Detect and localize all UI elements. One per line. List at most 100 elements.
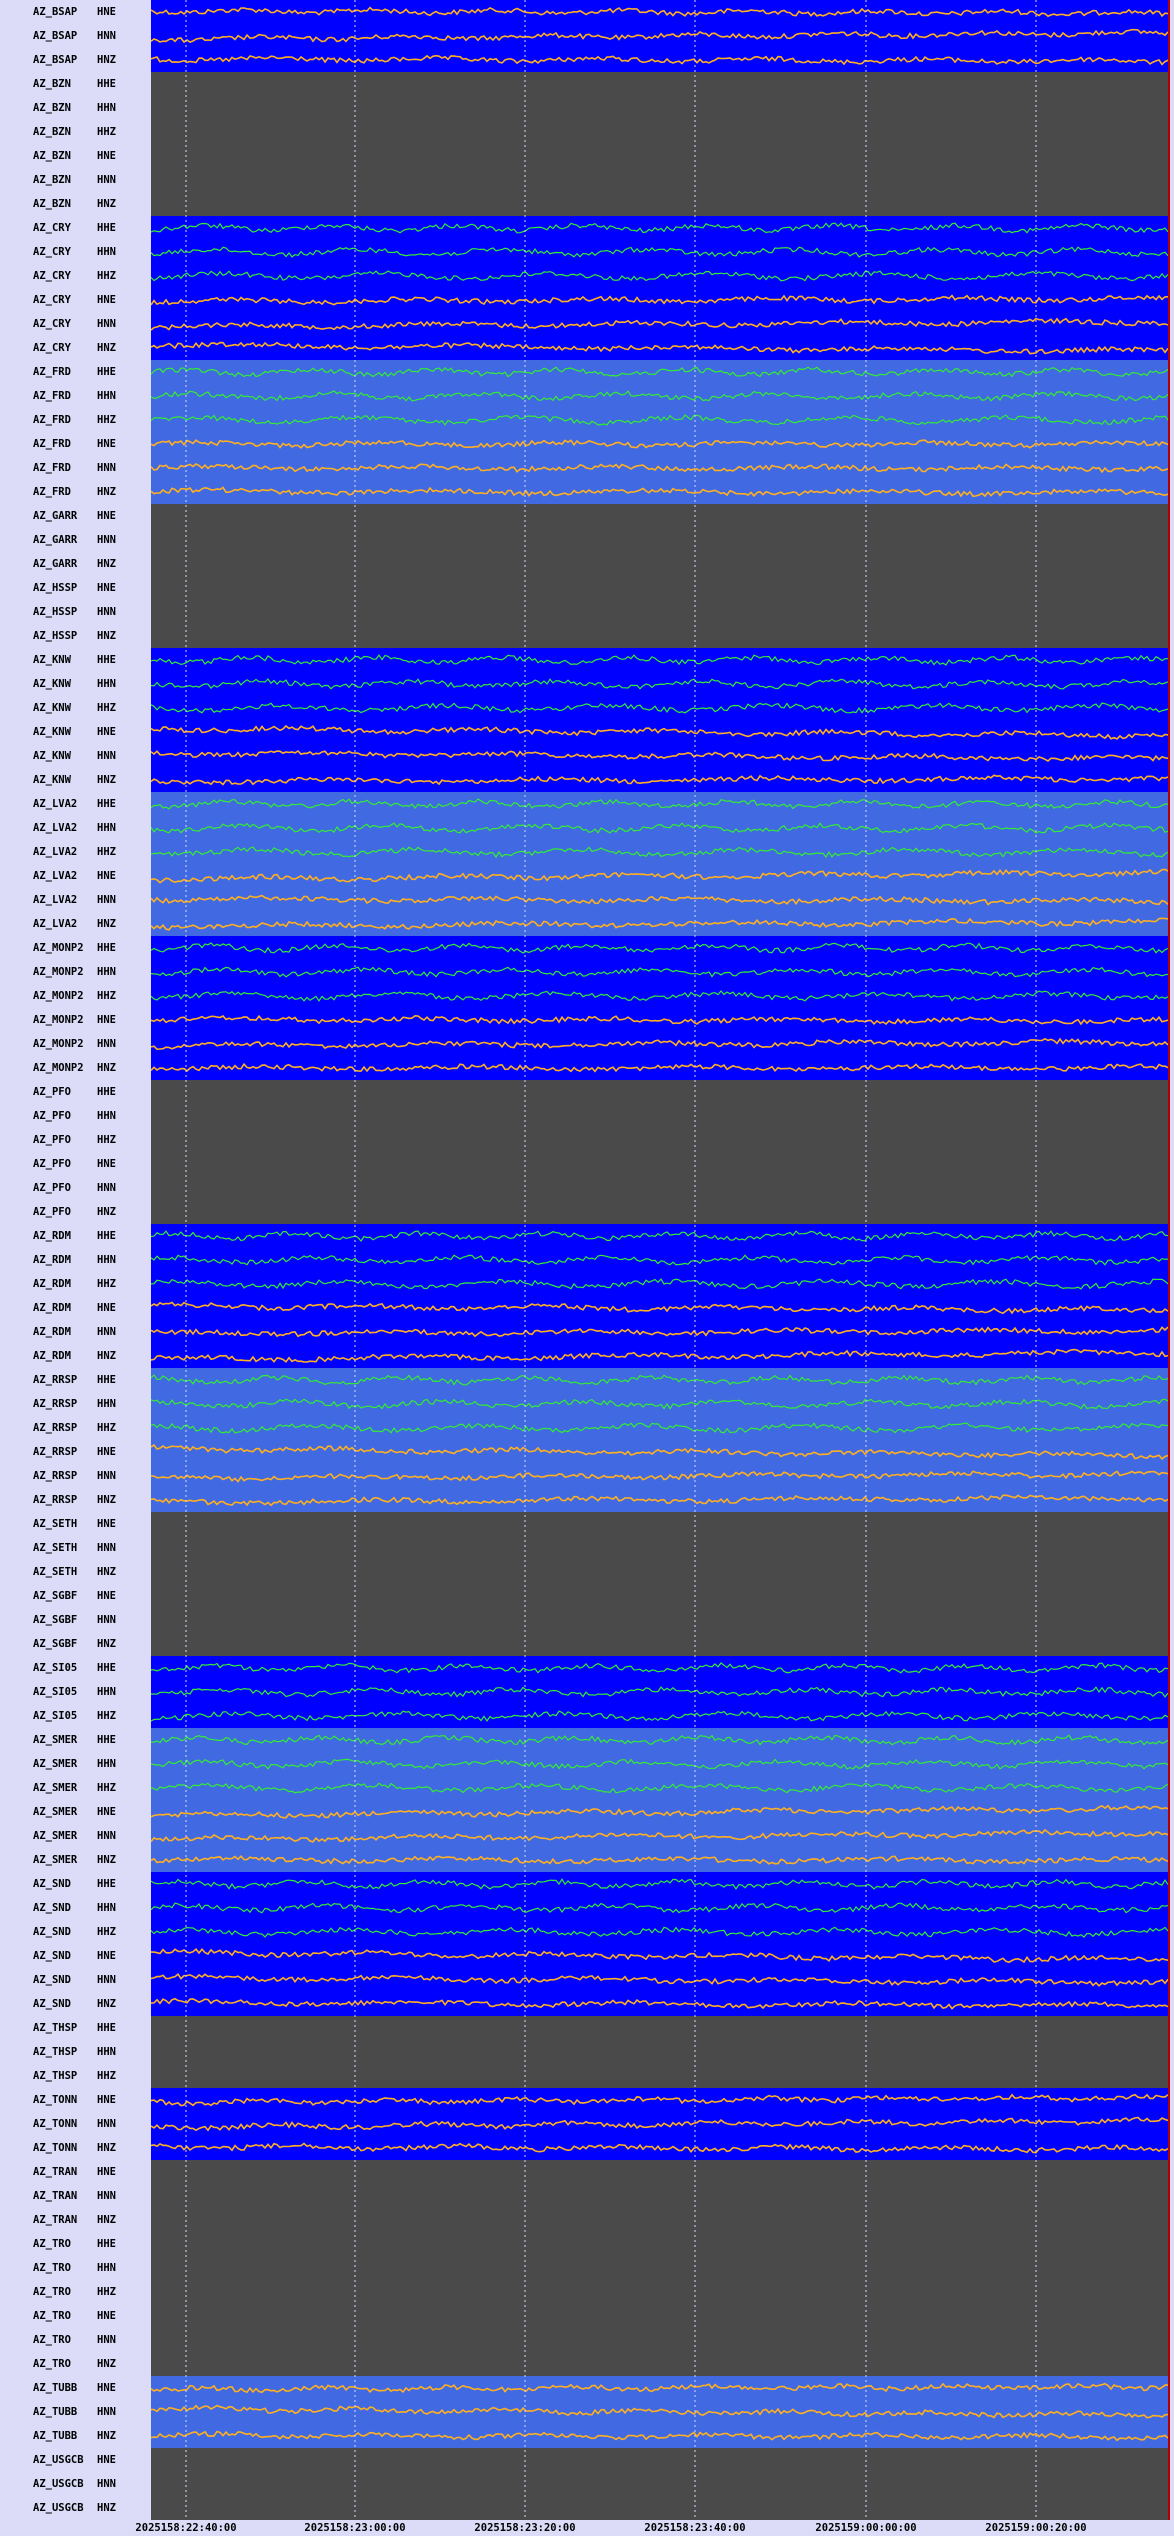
- station-code: AZ_MONP2: [33, 1014, 84, 1026]
- channel-label: AZ_CRY HHZ: [0, 264, 150, 288]
- channel-code: HNE: [97, 1518, 116, 1530]
- channel-code: HHN: [97, 1110, 116, 1122]
- channel-code: HHE: [97, 1662, 116, 1674]
- channel-code: HNZ: [97, 1854, 116, 1866]
- channel-code: HHN: [97, 1686, 116, 1698]
- channel-label: AZ_TONN HNN: [0, 2112, 150, 2136]
- channel-code: HHE: [97, 798, 116, 810]
- channel-code: HHZ: [97, 1782, 116, 1794]
- channel-code: HNN: [97, 1182, 116, 1194]
- channel-code: HNN: [97, 894, 116, 906]
- channel-label: AZ_USGCB HNE: [0, 2448, 150, 2472]
- channel-code: HHE: [97, 1734, 116, 1746]
- channel-code: HHZ: [97, 1710, 116, 1722]
- channel-code: HNE: [97, 1446, 116, 1458]
- channel-code: HNE: [97, 294, 116, 306]
- channel-label: AZ_SMER HNE: [0, 1800, 150, 1824]
- channel-label: AZ_FRD HNE: [0, 432, 150, 456]
- channel-code: HNZ: [97, 1566, 116, 1578]
- channel-code: HNE: [97, 1014, 116, 1026]
- channel-label: AZ_SI05 HHE: [0, 1656, 150, 1680]
- station-code: AZ_FRD: [33, 438, 71, 450]
- station-code: AZ_SND: [33, 1926, 71, 1938]
- station-code: AZ_BSAP: [33, 6, 78, 18]
- channel-code: HNE: [97, 510, 116, 522]
- station-code: AZ_SMER: [33, 1854, 78, 1866]
- channel-label: AZ_RDM HNZ: [0, 1344, 150, 1368]
- station-code: AZ_BZN: [33, 198, 71, 210]
- channel-label: AZ_SETH HNZ: [0, 1560, 150, 1584]
- channel-code: HHZ: [97, 702, 116, 714]
- channel-label: AZ_CRY HHE: [0, 216, 150, 240]
- channel-code: HNZ: [97, 342, 116, 354]
- channel-code: HNN: [97, 1326, 116, 1338]
- channel-label: AZ_SI05 HHN: [0, 1680, 150, 1704]
- channel-code: HHZ: [97, 1278, 116, 1290]
- station-code: AZ_SGBF: [33, 1590, 78, 1602]
- channel-label: AZ_HSSP HNE: [0, 576, 150, 600]
- station-block-az_lva2: [151, 792, 1168, 936]
- channel-code: HNN: [97, 606, 116, 618]
- station-code: AZ_SGBF: [33, 1638, 78, 1650]
- channel-code: HHN: [97, 390, 116, 402]
- station-code: AZ_CRY: [33, 222, 71, 234]
- station-code: AZ_CRY: [33, 294, 71, 306]
- channel-code: HHZ: [97, 846, 116, 858]
- station-code: AZ_RDM: [33, 1350, 71, 1362]
- channel-code: HNE: [97, 2382, 116, 2394]
- station-code: AZ_LVA2: [33, 798, 78, 810]
- channel-label: AZ_MONP2 HHN: [0, 960, 150, 984]
- channel-code: HHN: [97, 678, 116, 690]
- channel-code: HNN: [97, 174, 116, 186]
- channel-code: HNE: [97, 150, 116, 162]
- channel-label: AZ_RRSP HHZ: [0, 1416, 150, 1440]
- channel-code: HNE: [97, 2454, 116, 2466]
- station-code: AZ_TONN: [33, 2118, 78, 2130]
- channel-label: AZ_PFO HHE: [0, 1080, 150, 1104]
- station-code: AZ_TRAN: [33, 2214, 78, 2226]
- station-code: AZ_SMER: [33, 1830, 78, 1842]
- station-code: AZ_LVA2: [33, 822, 78, 834]
- channel-code: HNN: [97, 750, 116, 762]
- station-code: AZ_TONN: [33, 2094, 78, 2106]
- station-code: AZ_CRY: [33, 246, 71, 258]
- station-code: AZ_SI05: [33, 1686, 78, 1698]
- station-code: AZ_SMER: [33, 1806, 78, 1818]
- channel-label: AZ_LVA2 HNN: [0, 888, 150, 912]
- channel-code: HNE: [97, 438, 116, 450]
- channel-code: HNN: [97, 2334, 116, 2346]
- station-code: AZ_RRSP: [33, 1494, 78, 1506]
- station-code: AZ_BZN: [33, 150, 71, 162]
- station-code: AZ_TUBB: [33, 2382, 78, 2394]
- station-code: AZ_THSP: [33, 2022, 78, 2034]
- channel-label: AZ_BZN HNZ: [0, 192, 150, 216]
- station-code: AZ_GARR: [33, 510, 78, 522]
- channel-code: HNZ: [97, 54, 116, 66]
- channel-label: AZ_MONP2 HHZ: [0, 984, 150, 1008]
- channel-code: HNE: [97, 726, 116, 738]
- time-tick-label: 2025159:00:00:00: [815, 2522, 917, 2534]
- channel-label: AZ_FRD HHZ: [0, 408, 150, 432]
- channel-code: HNZ: [97, 1998, 116, 2010]
- channel-label: AZ_SND HHZ: [0, 1920, 150, 1944]
- station-code: AZ_SETH: [33, 1518, 78, 1530]
- channel-code: HNZ: [97, 2142, 116, 2154]
- channel-label: AZ_TRO HHN: [0, 2256, 150, 2280]
- station-code: AZ_SND: [33, 1950, 71, 1962]
- channel-label: AZ_TUBB HNN: [0, 2400, 150, 2424]
- channel-label: AZ_BZN HNE: [0, 144, 150, 168]
- channel-label: AZ_MONP2 HNN: [0, 1032, 150, 1056]
- channel-label: AZ_SGBF HNE: [0, 1584, 150, 1608]
- station-code: AZ_PFO: [33, 1182, 71, 1194]
- station-code: AZ_FRD: [33, 390, 71, 402]
- channel-label-column: AZ_BSAP HNE AZ_BSAP HNN AZ_BSAP HNZ AZ_BZN HHE A…: [0, 0, 150, 2520]
- channel-label: AZ_RDM HNE: [0, 1296, 150, 1320]
- time-tick-label: 2025158:23:40:00: [644, 2522, 746, 2534]
- channel-label: AZ_SND HHE: [0, 1872, 150, 1896]
- station-code: AZ_TRAN: [33, 2166, 78, 2178]
- channel-label: AZ_RDM HHE: [0, 1224, 150, 1248]
- station-code: AZ_TRO: [33, 2310, 71, 2322]
- channel-label: AZ_SND HNN: [0, 1968, 150, 1992]
- station-code: AZ_TRAN: [33, 2190, 78, 2202]
- channel-code: HHE: [97, 1878, 116, 1890]
